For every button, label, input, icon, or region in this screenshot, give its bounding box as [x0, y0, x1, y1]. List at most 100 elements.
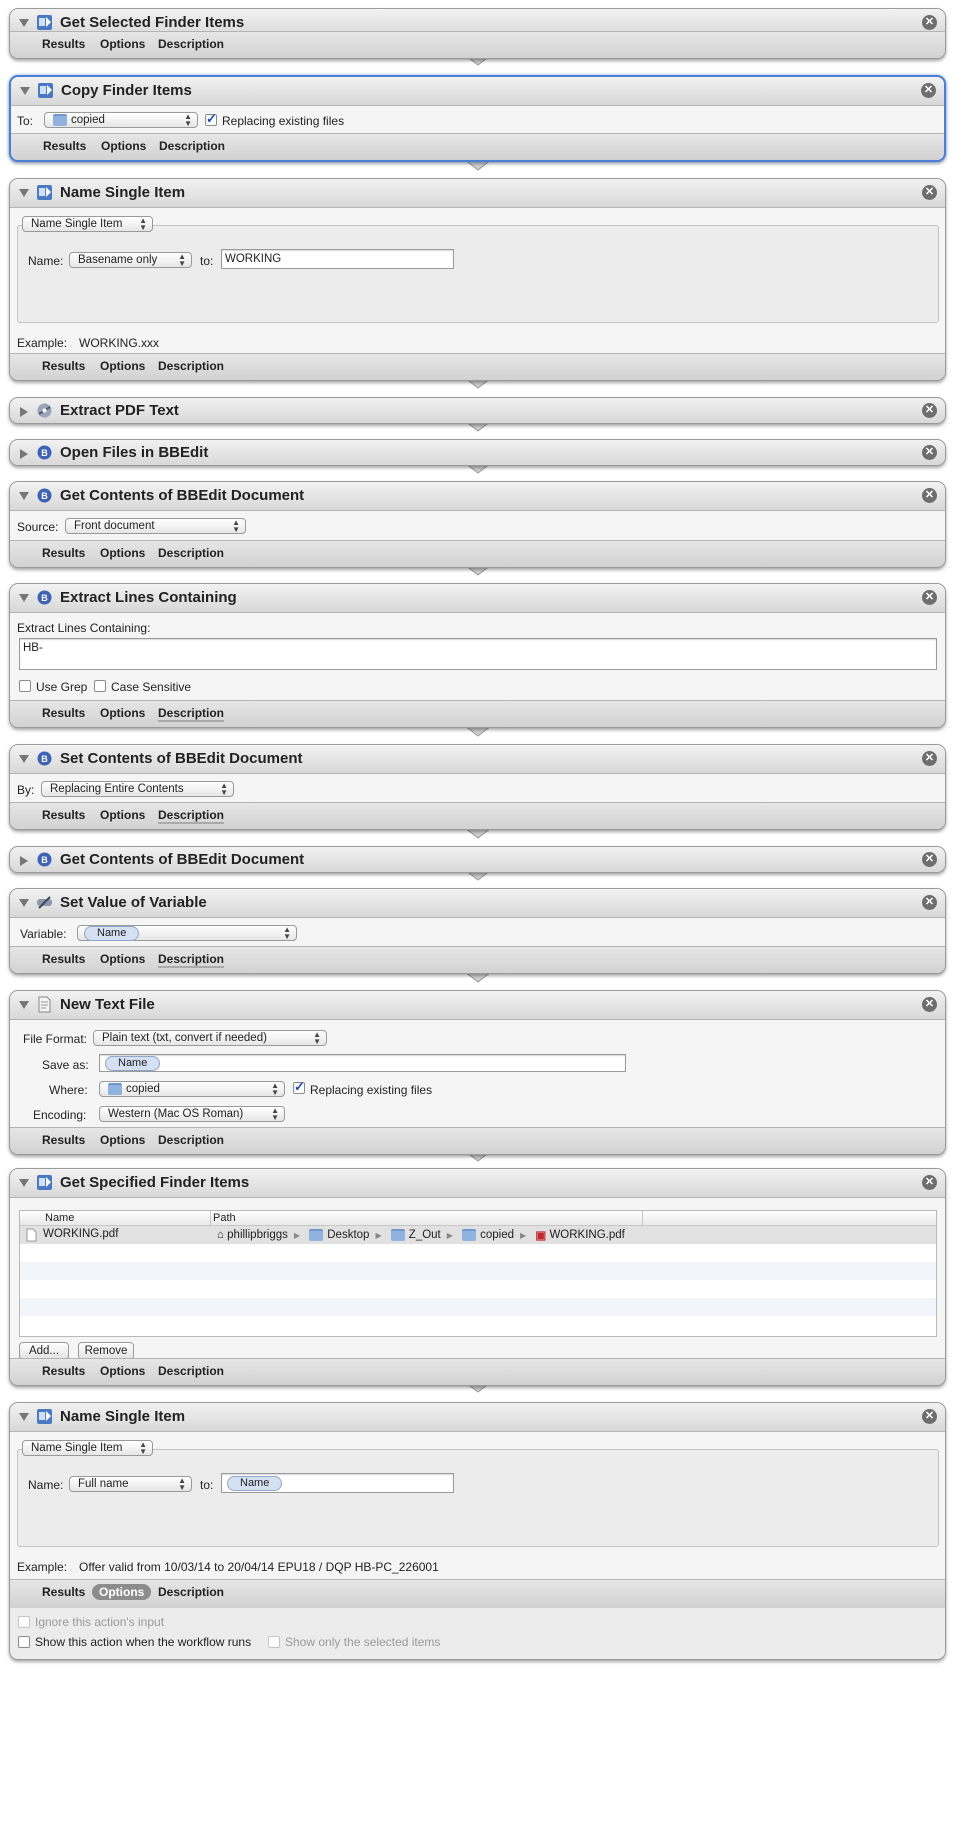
to-name-field[interactable]: WORKING: [221, 249, 454, 269]
disclosure-triangle-icon[interactable]: [19, 492, 29, 500]
disclosure-triangle-icon[interactable]: [19, 19, 29, 27]
action-header[interactable]: B Get Contents of BBEdit Document ✕: [10, 847, 945, 872]
close-icon[interactable]: ✕: [922, 895, 937, 910]
close-icon[interactable]: ✕: [922, 403, 937, 418]
description-tab[interactable]: Description: [158, 546, 224, 560]
action-name-single-item-2[interactable]: Name Single Item ✕ Name Single Item ▲ ▼ Na…: [9, 1402, 946, 1660]
close-icon[interactable]: ✕: [922, 445, 937, 460]
disclosure-triangle-icon[interactable]: [19, 189, 29, 197]
action-name-single-item[interactable]: Name Single Item ✕ Name Single Item ▲ ▼ Na…: [9, 178, 946, 381]
to-name-field[interactable]: Name: [221, 1473, 454, 1493]
by-popup[interactable]: Replacing Entire Contents ▲ ▼: [41, 781, 234, 797]
close-icon[interactable]: ✕: [922, 751, 937, 766]
action-copy-finder-items[interactable]: Copy Finder Items ✕ To: copied▲▼ Replaci…: [9, 75, 946, 162]
description-tab[interactable]: Description: [158, 37, 224, 51]
action-get-contents-bbedit[interactable]: B Get Contents of BBEdit Document ✕ Sour…: [9, 481, 946, 568]
results-tab[interactable]: Results: [42, 1585, 85, 1599]
action-header[interactable]: Name Single Item ✕: [10, 1403, 945, 1432]
action-get-specified-finder-items[interactable]: Get Specified Finder Items ✕ Name Path W…: [9, 1168, 946, 1386]
path-segment[interactable]: copied: [480, 1229, 514, 1241]
ignore-input-checkbox[interactable]: [18, 1616, 30, 1628]
encoding-popup[interactable]: Western (Mac OS Roman) ▲ ▼: [99, 1106, 285, 1122]
disclosure-triangle-icon[interactable]: [20, 87, 30, 95]
description-tab[interactable]: Description: [159, 139, 225, 153]
replacing-existing-checkbox[interactable]: [205, 111, 217, 127]
description-tab[interactable]: Description: [158, 1364, 224, 1378]
disclosure-triangle-icon[interactable]: [19, 1179, 29, 1187]
action-header[interactable]: Get Specified Finder Items ✕: [10, 1169, 945, 1198]
close-icon[interactable]: ✕: [922, 1409, 937, 1424]
rename-mode-popup[interactable]: Name Single Item ▲ ▼: [22, 1440, 153, 1456]
action-header[interactable]: B Open Files in BBEdit ✕: [10, 440, 945, 465]
options-tab[interactable]: Options: [100, 808, 145, 822]
action-header[interactable]: Copy Finder Items ✕: [11, 77, 944, 106]
description-tab[interactable]: Description: [158, 808, 225, 824]
replacing-existing-checkbox[interactable]: [293, 1079, 305, 1095]
to-folder-popup[interactable]: copied ▲ ▼: [44, 112, 198, 128]
close-icon[interactable]: ✕: [922, 185, 937, 200]
options-tab[interactable]: Options: [100, 359, 145, 373]
table-row[interactable]: WORKING.pdf ⌂ phillipbriggs ▶ Desktop ▶ Z_…: [20, 1226, 936, 1244]
path-segment[interactable]: WORKING.pdf: [549, 1229, 624, 1241]
case-sensitive-checkbox[interactable]: [94, 680, 106, 692]
action-header[interactable]: New Text File ✕: [10, 991, 945, 1020]
column-name[interactable]: Name: [45, 1212, 74, 1224]
action-new-text-file[interactable]: New Text File ✕ File Format: Plain text …: [9, 990, 946, 1155]
options-tab-active[interactable]: Options: [92, 1584, 152, 1600]
results-tab[interactable]: Results: [42, 952, 85, 966]
results-tab[interactable]: Results: [42, 359, 85, 373]
options-tab[interactable]: Options: [100, 706, 145, 720]
action-header[interactable]: B Set Contents of BBEdit Document ✕: [10, 745, 945, 774]
results-tab[interactable]: Results: [42, 706, 85, 720]
use-grep-checkbox[interactable]: [19, 680, 31, 692]
save-as-token[interactable]: Name: [105, 1056, 161, 1071]
description-tab[interactable]: Description: [158, 706, 225, 722]
rename-mode-popup[interactable]: Name Single Item ▲ ▼: [22, 216, 153, 232]
results-tab[interactable]: Results: [42, 808, 85, 822]
description-tab[interactable]: Description: [158, 1585, 224, 1599]
disclosure-triangle-icon[interactable]: [20, 407, 28, 417]
disclosure-triangle-icon[interactable]: [19, 1001, 29, 1009]
path-segment[interactable]: Desktop: [327, 1229, 369, 1241]
action-get-selected-finder-items[interactable]: Get Selected Finder Items ✕ Results Opti…: [9, 8, 946, 59]
action-header[interactable]: B Extract Lines Containing ✕: [10, 584, 945, 613]
description-tab[interactable]: Description: [158, 1133, 224, 1147]
disclosure-triangle-icon[interactable]: [19, 1413, 29, 1421]
where-popup[interactable]: copied ▲ ▼: [99, 1081, 285, 1097]
disclosure-triangle-icon[interactable]: [20, 449, 28, 459]
close-icon[interactable]: ✕: [921, 83, 936, 98]
name-option-popup[interactable]: Full name ▲ ▼: [69, 1476, 192, 1492]
action-header[interactable]: Name Single Item ✕: [10, 179, 945, 208]
path-segment[interactable]: phillipbriggs: [227, 1229, 288, 1241]
column-path[interactable]: Path: [213, 1212, 236, 1224]
action-set-contents-bbedit[interactable]: B Set Contents of BBEdit Document ✕ By: …: [9, 744, 946, 830]
disclosure-triangle-icon[interactable]: [19, 755, 29, 763]
description-tab[interactable]: Description: [158, 359, 224, 373]
source-popup[interactable]: Front document ▲ ▼: [65, 518, 246, 534]
options-tab[interactable]: Options: [100, 1133, 145, 1147]
options-tab[interactable]: Options: [100, 37, 145, 51]
disclosure-triangle-icon[interactable]: [19, 594, 29, 602]
options-tab[interactable]: Options: [101, 139, 146, 153]
path-segment[interactable]: Z_Out: [409, 1229, 441, 1241]
action-header[interactable]: B Get Contents of BBEdit Document ✕: [10, 482, 945, 511]
variable-token[interactable]: Name: [84, 926, 140, 941]
action-open-files-in-bbedit[interactable]: B Open Files in BBEdit ✕: [9, 439, 946, 466]
variable-popup[interactable]: Name ▲ ▼: [77, 925, 297, 941]
description-tab[interactable]: Description: [158, 952, 225, 968]
action-header[interactable]: Extract PDF Text ✕: [10, 398, 945, 423]
name-option-popup[interactable]: Basename only ▲ ▼: [69, 252, 192, 268]
action-set-value-of-variable[interactable]: Set Value of Variable ✕ Variable: Name ▲ ▼…: [9, 888, 946, 974]
close-icon[interactable]: ✕: [922, 997, 937, 1012]
options-tab[interactable]: Options: [100, 952, 145, 966]
save-as-field[interactable]: Name: [99, 1054, 626, 1072]
disclosure-triangle-icon[interactable]: [20, 856, 28, 866]
finder-items-table[interactable]: Name Path WORKING.pdf ⌂ phillipbriggs ▶ D…: [19, 1210, 937, 1337]
close-icon[interactable]: ✕: [922, 1175, 937, 1190]
file-format-popup[interactable]: Plain text (txt, convert if needed) ▲ ▼: [93, 1030, 327, 1046]
show-selected-only-checkbox[interactable]: [268, 1636, 280, 1648]
show-when-runs-checkbox[interactable]: [18, 1636, 30, 1648]
action-extract-pdf-text[interactable]: Extract PDF Text ✕: [9, 397, 946, 424]
results-tab[interactable]: Results: [42, 37, 85, 51]
results-tab[interactable]: Results: [42, 1133, 85, 1147]
